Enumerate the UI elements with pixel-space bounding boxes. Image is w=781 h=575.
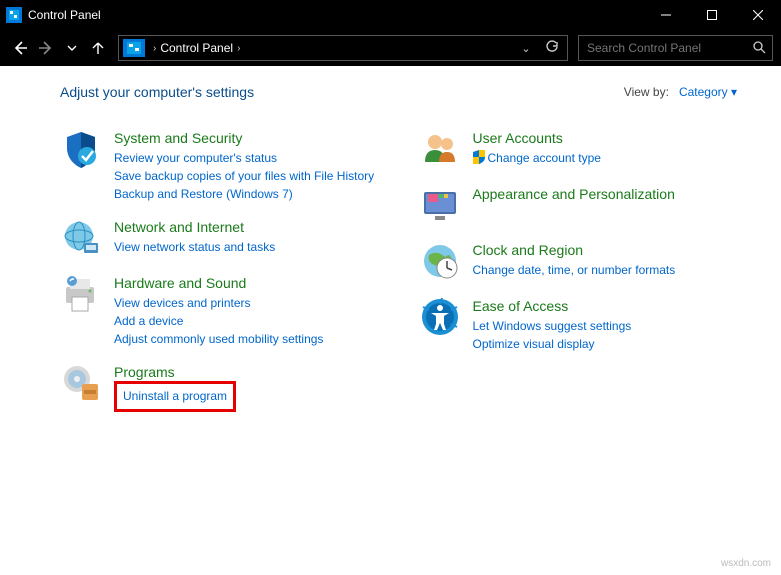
category-title[interactable]: Hardware and Sound bbox=[114, 275, 323, 291]
printer-icon[interactable] bbox=[60, 273, 102, 315]
left-column: System and Security Review your computer… bbox=[60, 128, 399, 426]
uac-shield-icon bbox=[473, 150, 485, 164]
address-bar[interactable]: › Control Panel › ⌄ bbox=[118, 35, 568, 61]
header-row: Adjust your computer's settings View by:… bbox=[60, 84, 757, 100]
category-title[interactable]: Clock and Region bbox=[473, 242, 676, 258]
link-uninstall-program[interactable]: Uninstall a program bbox=[123, 389, 227, 403]
ease-of-access-icon[interactable] bbox=[419, 296, 461, 338]
shield-icon[interactable] bbox=[60, 128, 102, 170]
breadcrumb[interactable]: Control Panel bbox=[160, 41, 233, 55]
search-input[interactable] bbox=[585, 40, 752, 56]
chevron-right-icon[interactable]: › bbox=[149, 43, 160, 54]
view-by-selector[interactable]: View by: Category ▾ bbox=[624, 85, 737, 99]
address-dropdown-button[interactable]: ⌄ bbox=[517, 42, 535, 55]
navbar: › Control Panel › ⌄ bbox=[0, 30, 781, 66]
up-button[interactable] bbox=[86, 36, 110, 60]
category-appearance: Appearance and Personalization bbox=[419, 184, 758, 226]
link-date-time-formats[interactable]: Change date, time, or number formats bbox=[473, 261, 676, 279]
view-by-label: View by: bbox=[624, 85, 669, 99]
programs-icon[interactable] bbox=[60, 362, 102, 404]
category-user-accounts: User Accounts Change account type bbox=[419, 128, 758, 170]
watermark: wsxdn.com bbox=[721, 558, 771, 569]
minimize-button[interactable] bbox=[643, 0, 689, 30]
category-title[interactable]: Ease of Access bbox=[473, 298, 632, 314]
page-title: Adjust your computer's settings bbox=[60, 84, 254, 100]
link-suggest-settings[interactable]: Let Windows suggest settings bbox=[473, 317, 632, 335]
category-ease-of-access: Ease of Access Let Windows suggest setti… bbox=[419, 296, 758, 353]
category-programs: Programs Uninstall a program bbox=[60, 362, 399, 412]
content-area: Adjust your computer's settings View by:… bbox=[0, 66, 781, 444]
link-devices-printers[interactable]: View devices and printers bbox=[114, 294, 323, 312]
category-hardware: Hardware and Sound View devices and prin… bbox=[60, 273, 399, 348]
right-column: User Accounts Change account type bbox=[419, 128, 758, 426]
category-network: Network and Internet View network status… bbox=[60, 217, 399, 259]
user-accounts-icon[interactable] bbox=[419, 128, 461, 170]
link-add-device[interactable]: Add a device bbox=[114, 312, 323, 330]
control-panel-icon bbox=[6, 7, 22, 23]
link-optimize-visual[interactable]: Optimize visual display bbox=[473, 335, 632, 353]
link-review-status[interactable]: Review your computer's status bbox=[114, 149, 374, 167]
maximize-button[interactable] bbox=[689, 0, 735, 30]
address-icon bbox=[123, 39, 145, 57]
forward-button[interactable] bbox=[34, 36, 58, 60]
category-columns: System and Security Review your computer… bbox=[60, 128, 757, 426]
category-title[interactable]: User Accounts bbox=[473, 130, 601, 146]
category-clock-region: Clock and Region Change date, time, or n… bbox=[419, 240, 758, 282]
monitor-icon[interactable] bbox=[419, 184, 461, 226]
recent-locations-button[interactable] bbox=[60, 36, 84, 60]
globe-network-icon[interactable] bbox=[60, 217, 102, 259]
category-title[interactable]: System and Security bbox=[114, 130, 374, 146]
link-change-account-type[interactable]: Change account type bbox=[473, 149, 601, 167]
window-controls bbox=[643, 0, 781, 30]
category-title[interactable]: Programs bbox=[114, 364, 236, 380]
clock-globe-icon[interactable] bbox=[419, 240, 461, 282]
search-box[interactable] bbox=[578, 35, 773, 61]
category-system-security: System and Security Review your computer… bbox=[60, 128, 399, 203]
back-button[interactable] bbox=[8, 36, 32, 60]
link-network-status[interactable]: View network status and tasks bbox=[114, 238, 275, 256]
close-button[interactable] bbox=[735, 0, 781, 30]
highlight-annotation: Uninstall a program bbox=[114, 381, 236, 412]
link-backup-restore[interactable]: Backup and Restore (Windows 7) bbox=[114, 185, 374, 203]
titlebar: Control Panel bbox=[0, 0, 781, 30]
window-title: Control Panel bbox=[28, 8, 101, 22]
link-file-history[interactable]: Save backup copies of your files with Fi… bbox=[114, 167, 374, 185]
refresh-button[interactable] bbox=[543, 40, 561, 57]
titlebar-left: Control Panel bbox=[0, 7, 101, 23]
link-mobility-settings[interactable]: Adjust commonly used mobility settings bbox=[114, 330, 323, 348]
chevron-right-icon[interactable]: › bbox=[233, 43, 244, 54]
category-title[interactable]: Network and Internet bbox=[114, 219, 275, 235]
view-by-value[interactable]: Category ▾ bbox=[679, 85, 737, 99]
search-icon[interactable] bbox=[752, 40, 766, 57]
category-title[interactable]: Appearance and Personalization bbox=[473, 186, 675, 202]
